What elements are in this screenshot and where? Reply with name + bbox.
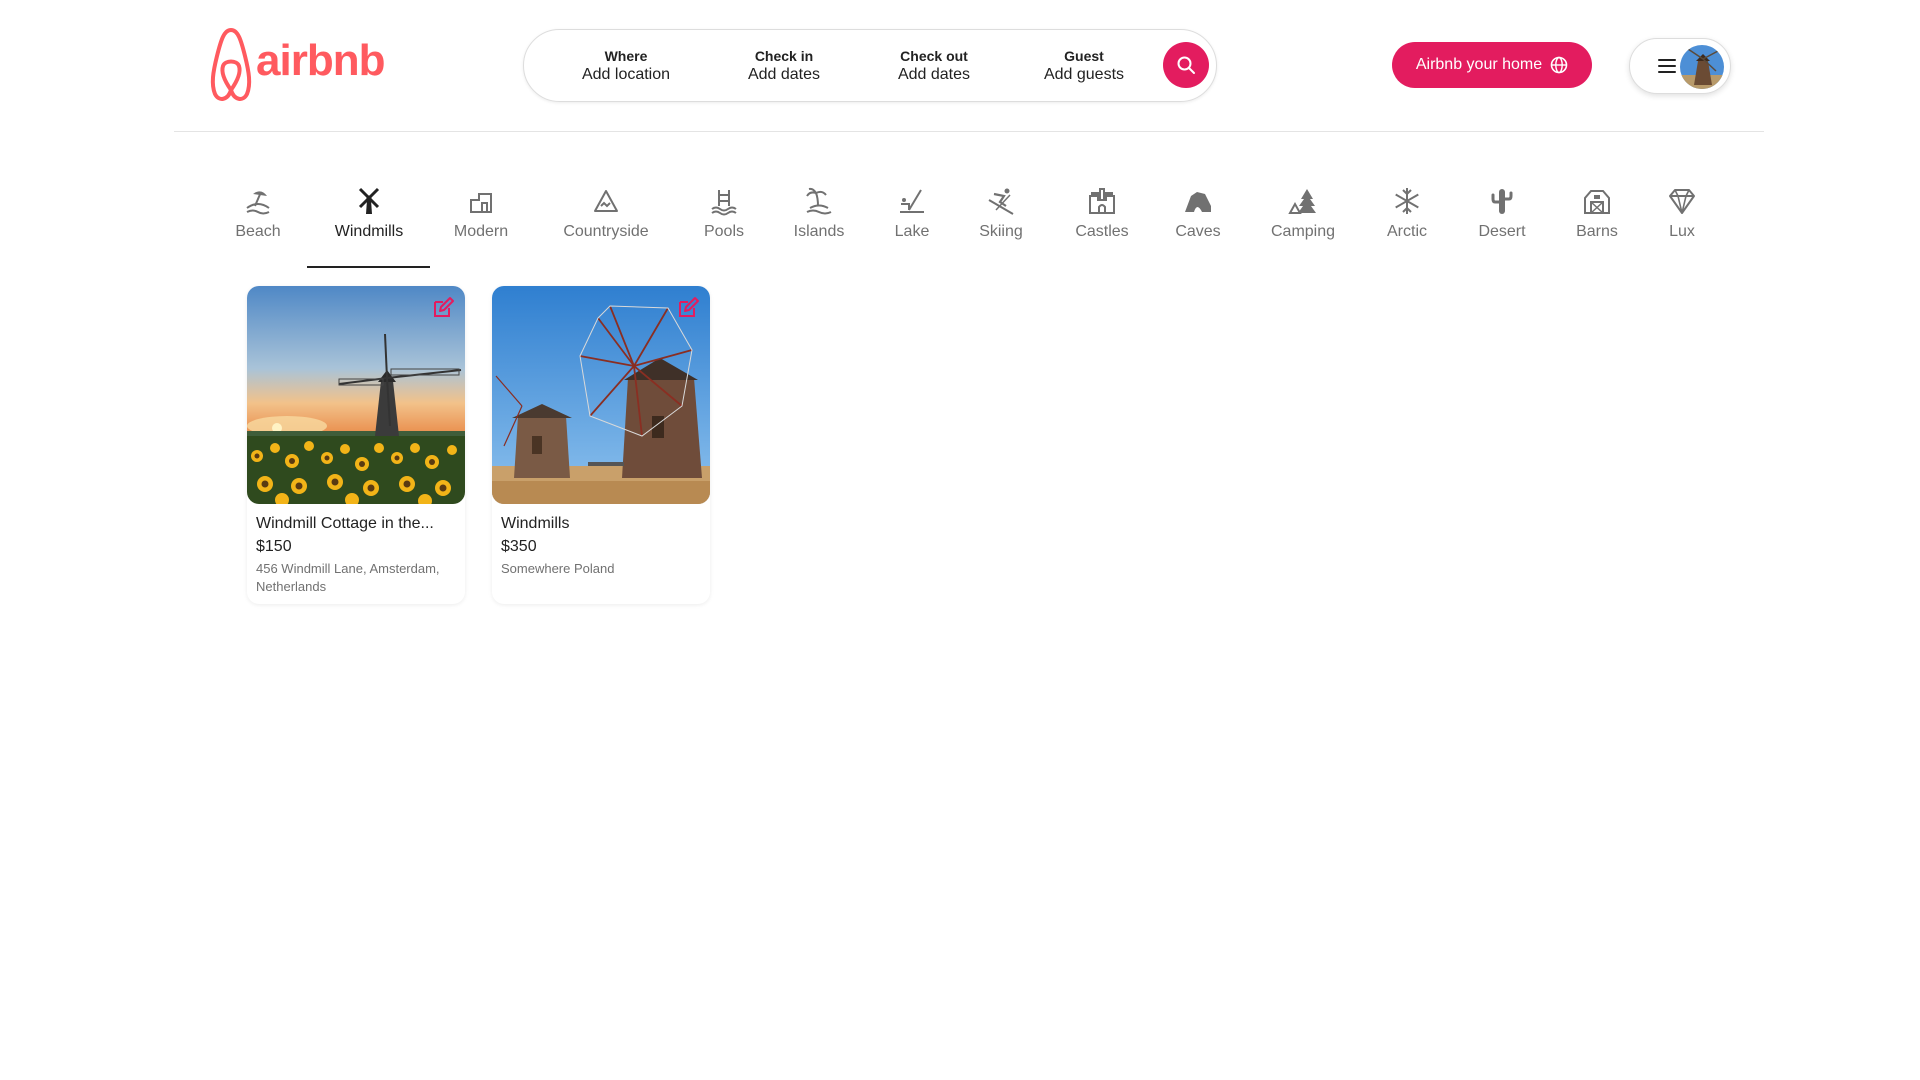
listing-price: $150 xyxy=(256,538,292,555)
search-where[interactable]: Where Add location xyxy=(560,47,692,85)
category-label: Lux xyxy=(1669,223,1695,240)
globe-icon xyxy=(1550,56,1568,74)
category-label: Barns xyxy=(1576,223,1618,240)
category-label: Islands xyxy=(793,223,845,240)
diamond-icon xyxy=(1669,189,1695,214)
camping-icon xyxy=(1288,189,1316,214)
edit-icon[interactable] xyxy=(431,296,455,320)
category-countryside[interactable]: Countryside xyxy=(558,186,654,268)
listing-card[interactable]: Windmills $350 Somewhere Poland xyxy=(492,286,710,604)
category-label: Beach xyxy=(235,223,281,240)
category-caves[interactable]: Caves xyxy=(1174,186,1222,268)
category-label: Countryside xyxy=(563,223,649,240)
island-icon xyxy=(806,187,832,215)
category-castles[interactable]: Castles xyxy=(1072,186,1132,268)
guest-value: Add guests xyxy=(1043,66,1125,83)
category-camping[interactable]: Camping xyxy=(1268,186,1338,268)
category-desert[interactable]: Desert xyxy=(1476,186,1528,268)
checkout-value: Add dates xyxy=(897,66,971,83)
host-button-label: Airbnb your home xyxy=(1415,56,1543,73)
category-arctic[interactable]: Arctic xyxy=(1384,186,1430,268)
category-label: Lake xyxy=(894,223,930,240)
category-label: Modern xyxy=(453,223,509,240)
search-icon xyxy=(1177,56,1195,74)
category-label: Windmills xyxy=(334,223,404,240)
category-islands[interactable]: Islands xyxy=(790,186,848,268)
modern-house-icon xyxy=(470,193,492,213)
lake-icon xyxy=(900,189,924,213)
search-button[interactable] xyxy=(1163,42,1209,88)
skiing-icon xyxy=(988,188,1014,215)
listing-price: $350 xyxy=(501,538,537,555)
where-label: Where xyxy=(604,48,648,64)
category-lake[interactable]: Lake xyxy=(892,186,932,268)
listing-card[interactable]: Windmill Cottage in the... $150 456 Wind… xyxy=(247,286,465,604)
airbnb-your-home-button[interactable]: Airbnb your home xyxy=(1392,42,1592,88)
listing-title: Windmills xyxy=(501,515,570,532)
search-guests[interactable]: Guest Add guests xyxy=(1024,47,1144,85)
listing-title: Windmill Cottage in the... xyxy=(256,515,434,532)
logo-wordmark: airbnb xyxy=(256,36,385,85)
category-label: Skiing xyxy=(979,223,1023,240)
category-label: Arctic xyxy=(1387,223,1427,240)
search-checkin[interactable]: Check in Add dates xyxy=(724,47,844,85)
edit-icon[interactable] xyxy=(676,296,700,320)
castle-icon xyxy=(1089,188,1115,214)
avatar xyxy=(1680,45,1724,89)
hamburger-icon xyxy=(1658,59,1676,73)
barn-icon xyxy=(1584,190,1610,214)
guest-label: Guest xyxy=(1064,48,1104,64)
checkin-label: Check in xyxy=(754,48,814,64)
profile-menu-button[interactable] xyxy=(1629,38,1731,94)
category-lux[interactable]: Lux xyxy=(1666,186,1698,268)
category-beach[interactable]: Beach xyxy=(232,186,284,268)
search-checkout[interactable]: Check out Add dates xyxy=(874,47,994,85)
windmill-icon xyxy=(358,187,380,214)
where-value: Add location xyxy=(581,66,671,83)
airbnb-logo-icon xyxy=(210,28,252,101)
active-category-underline xyxy=(307,266,430,268)
airbnb-logo[interactable]: airbnb xyxy=(210,26,385,104)
category-barns[interactable]: Barns xyxy=(1574,186,1620,268)
category-modern[interactable]: Modern xyxy=(450,186,512,268)
listing-address: Somewhere Poland xyxy=(501,561,615,576)
category-label: Caves xyxy=(1175,223,1221,240)
cactus-icon xyxy=(1491,189,1513,214)
category-bar: Beach Windmills Modern Countryside Pools… xyxy=(0,186,1920,271)
category-windmills[interactable]: Windmills xyxy=(327,186,411,268)
search-bar: Where Add location Check in Add dates Ch… xyxy=(523,29,1217,102)
beach-icon xyxy=(246,191,270,215)
checkout-label: Check out xyxy=(900,48,968,64)
mountain-icon xyxy=(594,190,618,212)
pool-icon xyxy=(711,190,737,216)
top-header: airbnb Where Add location Check in Add d… xyxy=(174,0,1764,132)
category-label: Castles xyxy=(1075,223,1129,240)
listing-address: 456 Windmill Lane, Amsterdam, Netherland… xyxy=(256,561,440,594)
checkin-value: Add dates xyxy=(747,66,821,83)
snowflake-icon xyxy=(1395,188,1419,214)
category-label: Desert xyxy=(1478,223,1526,240)
cave-icon xyxy=(1185,192,1211,212)
category-label: Pools xyxy=(703,223,745,240)
category-skiing[interactable]: Skiing xyxy=(976,186,1026,268)
category-pools[interactable]: Pools xyxy=(698,186,750,268)
category-label: Camping xyxy=(1270,223,1336,240)
